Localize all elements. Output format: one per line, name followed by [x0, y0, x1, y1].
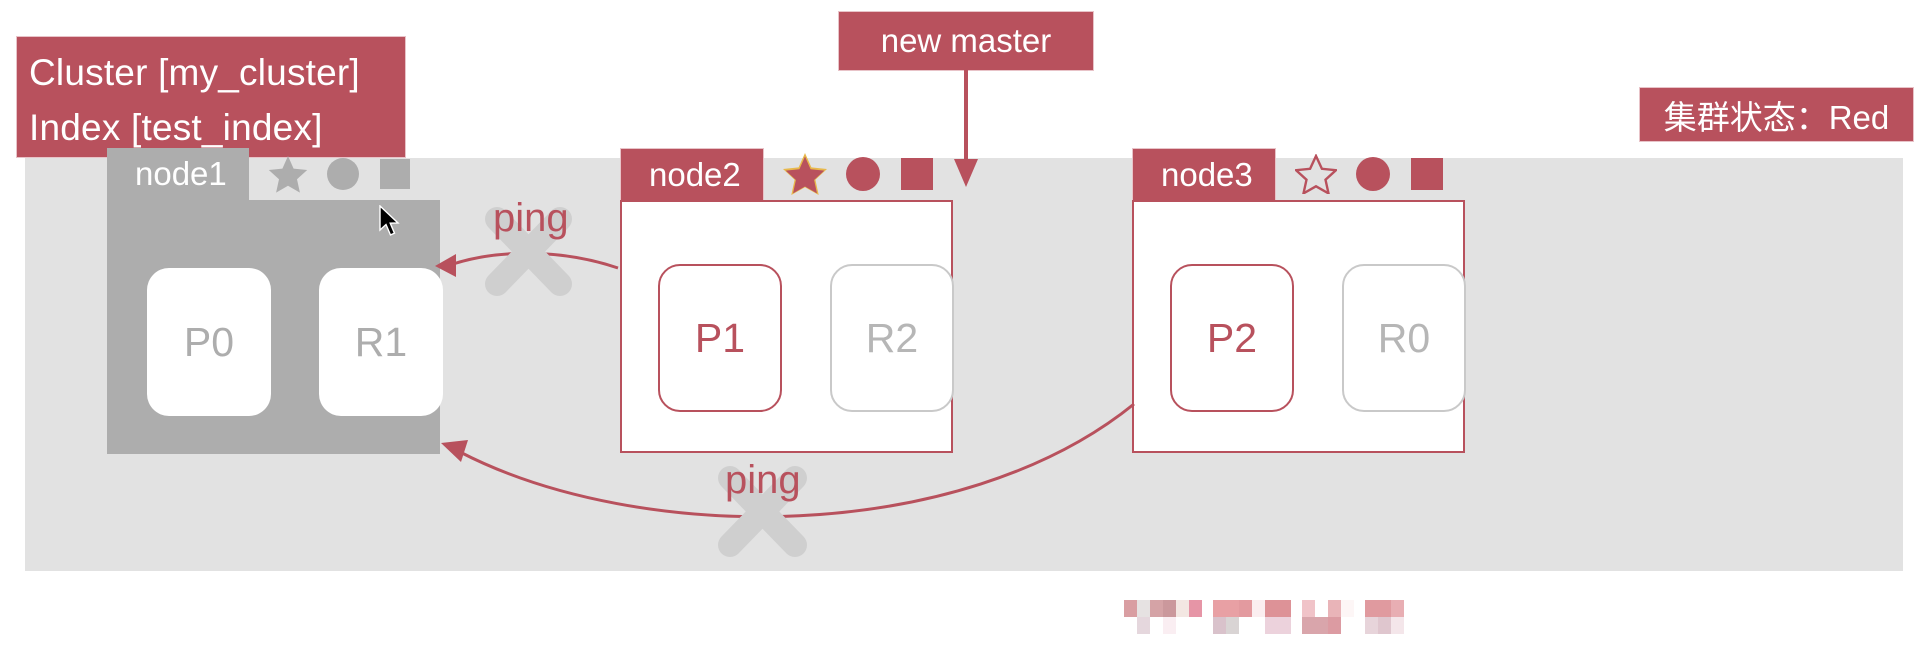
ping-label-node3-node1: ping [725, 458, 801, 502]
shard-p0[interactable]: P0 [147, 268, 271, 416]
node2-name-label: node2 [620, 148, 764, 200]
square-icon [379, 159, 410, 189]
shard-r2[interactable]: R2 [830, 264, 954, 412]
node2-header: node2 [620, 148, 935, 200]
shard-r1[interactable]: R1 [319, 268, 443, 416]
node2-icons [764, 148, 935, 200]
node3-name-label: node3 [1132, 148, 1276, 200]
new-master-arrow-icon [954, 69, 978, 187]
new-master-callout: new master [838, 11, 1094, 71]
mouse-cursor-icon [379, 205, 400, 236]
cluster-status-badge: 集群状态：Red [1639, 87, 1914, 142]
circle-icon [845, 157, 880, 191]
node1-header: node1 [107, 148, 440, 200]
circle-icon [1355, 157, 1390, 191]
node1-shards: P0 R1 [147, 268, 443, 416]
shard-p1[interactable]: P1 [658, 264, 782, 412]
shard-r0[interactable]: R0 [1342, 264, 1466, 412]
node3-header: node3 [1132, 148, 1445, 200]
star-icon [268, 156, 307, 193]
circle-icon [326, 158, 359, 190]
star-icon [1294, 154, 1337, 194]
cluster-name-label: Cluster [my_cluster] [29, 52, 360, 93]
ping-label-node2-node1: ping [493, 196, 569, 240]
square-icon [900, 158, 933, 190]
node1-name-label: node1 [107, 148, 249, 200]
square-icon [1410, 158, 1443, 190]
node3-shards: P2 R0 [1170, 264, 1466, 412]
node2-shards: P1 R2 [658, 264, 954, 412]
node1-icons [249, 148, 412, 200]
cluster-index-badge: Cluster [my_cluster] Index [test_index] [16, 36, 406, 158]
star-icon [782, 153, 827, 195]
redacted-watermark [1124, 600, 1484, 634]
shard-p2[interactable]: P2 [1170, 264, 1294, 412]
node3-icons [1276, 148, 1445, 200]
